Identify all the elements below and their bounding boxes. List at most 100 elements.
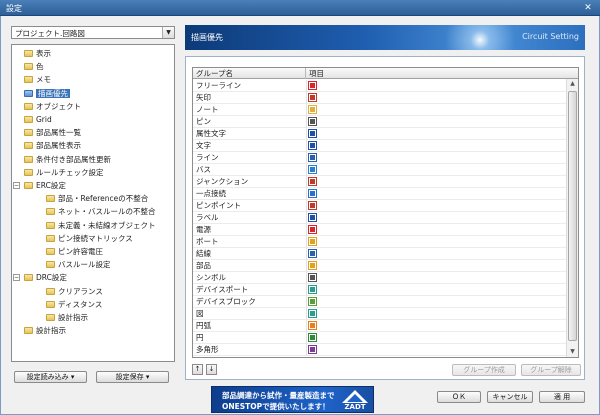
row-group-name: 多角形 (196, 345, 219, 354)
tree-item[interactable]: ピン接続マトリックス (46, 233, 133, 244)
row-group-name: ピン (196, 117, 211, 126)
table-row[interactable]: バス (193, 164, 568, 176)
tree-item[interactable]: オブジェクト (24, 101, 81, 112)
table-row[interactable]: ピンポイント (193, 200, 568, 212)
tree-item[interactable]: − DRC設定 (13, 272, 67, 283)
tree-item-label: 部品属性表示 (36, 141, 81, 151)
settings-tree[interactable]: 表示色メモ描画優先オブジェクト Grid 部品属性一覧部品属性表示条件付き部品属性更… (11, 44, 175, 362)
line-icon (308, 153, 317, 162)
table-header: グループ名 項目 (193, 68, 578, 79)
table-row[interactable]: 一点接続 (193, 188, 568, 200)
folder-icon (24, 50, 33, 57)
figure-icon (308, 309, 317, 318)
window-titlebar: 設定 ✕ (0, 0, 600, 16)
scrollbar-thumb[interactable] (568, 91, 577, 341)
tree-item-label: オブジェクト (36, 101, 81, 111)
tree-item[interactable]: 描画優先 (24, 88, 70, 99)
tree-item-label: メモ (36, 75, 51, 85)
tree-item-label: クリアランス (58, 286, 103, 296)
tree-item[interactable]: 部品属性表示 (24, 140, 81, 151)
column-header-item[interactable]: 項目 (306, 68, 568, 79)
ok-button[interactable]: ＯＫ (437, 391, 481, 403)
table-row[interactable]: ポート (193, 236, 568, 248)
table-row[interactable]: デバイスポート (193, 284, 568, 296)
ad-banner[interactable]: 部品調達から試作・量産製造まで ONESTOPで提供いたします！ ZADT (211, 386, 374, 413)
apply-button[interactable]: 適 用 (539, 391, 585, 403)
tree-item-label: ネット・バスルールの不整合 (58, 207, 156, 217)
folder-icon (24, 327, 33, 335)
folder-icon (46, 287, 55, 295)
table-row[interactable]: 結線 (193, 248, 568, 260)
table-row[interactable]: 文字 (193, 140, 568, 152)
row-group-name: ジャンクション (196, 177, 249, 186)
save-settings-button[interactable]: 設定保存 ▾ (96, 371, 169, 383)
table-row[interactable]: 矢印 (193, 92, 568, 104)
column-header-group[interactable]: グループ名 (193, 68, 306, 79)
cancel-button[interactable]: キャンセル (487, 391, 533, 403)
collapse-icon[interactable]: − (13, 274, 20, 282)
table-row[interactable]: 属性文字 (193, 128, 568, 140)
tree-item[interactable]: 部品属性一覧 (24, 127, 81, 138)
row-group-name: ライン (196, 153, 219, 162)
folder-icon (24, 168, 33, 176)
scroll-down-icon[interactable]: ▼ (567, 347, 578, 357)
collapse-icon[interactable]: − (13, 182, 20, 189)
table-scrollbar[interactable]: ▲ ▼ (566, 79, 578, 357)
table-row[interactable]: 図 (193, 308, 568, 320)
wire-icon (308, 249, 317, 258)
tree-item[interactable]: ネット・バスルールの不整合 (46, 206, 156, 217)
priority-table[interactable]: グループ名 項目 フリーライン 矢印 ノート ピン属性文字 文字 ラインバス ジャンクション… (192, 67, 579, 358)
tree-item[interactable]: 条件付き部品属性更新 (24, 154, 111, 165)
tree-item[interactable]: 設計指示 (24, 325, 66, 336)
tree-item[interactable]: クリアランス (46, 286, 103, 297)
project-combo[interactable]: プロジェクト.回路図 ▼ (11, 26, 175, 39)
chevron-down-icon[interactable]: ▼ (162, 27, 174, 38)
section-header: 描画優先 Circuit Setting (185, 25, 585, 50)
note-icon (308, 105, 317, 114)
column-divider (306, 104, 307, 116)
tree-item[interactable]: ルールチェック設定 (24, 167, 104, 178)
tree-item[interactable]: − ERC設定 (13, 180, 66, 191)
folder-icon (46, 248, 55, 255)
tree-item[interactable]: 部品・Referenceの不整合 (46, 193, 148, 204)
table-row[interactable]: 多角形 (193, 344, 568, 356)
column-divider (306, 296, 307, 308)
table-row[interactable]: 部品 (193, 260, 568, 272)
table-row[interactable]: シンボル (193, 272, 568, 284)
scroll-up-icon[interactable]: ▲ (567, 79, 578, 89)
close-icon[interactable]: ✕ (580, 2, 596, 14)
table-row[interactable]: 円 (193, 332, 568, 344)
table-row[interactable]: フリーライン (193, 80, 568, 92)
tree-item[interactable]: 表示 (24, 48, 51, 59)
tree-item[interactable]: メモ (24, 74, 51, 85)
tree-item[interactable]: Grid (24, 114, 52, 125)
move-up-button[interactable]: ↑ (192, 364, 203, 375)
tree-item[interactable]: 設計指示 (46, 312, 88, 323)
tree-item-label: Grid (36, 115, 52, 124)
folder-icon (24, 155, 33, 163)
tree-item[interactable]: ピン許容電圧 (46, 246, 103, 257)
table-row[interactable]: ジャンクション (193, 176, 568, 188)
table-row[interactable]: ラベル (193, 212, 568, 224)
table-row[interactable]: デバイスブロック (193, 296, 568, 308)
table-row[interactable]: ライン (193, 152, 568, 164)
pin-icon (308, 117, 317, 126)
load-settings-button[interactable]: 設定読み込み ▾ (14, 371, 87, 383)
column-divider (306, 200, 307, 212)
move-down-button[interactable]: ↓ (206, 364, 217, 375)
tree-item[interactable]: 未定義・未結線オブジェクト (46, 220, 156, 231)
tree-item-label: 部品・Referenceの不整合 (58, 194, 149, 204)
row-group-name: ラベル (196, 213, 219, 222)
tree-item[interactable]: バスルール設定 (46, 259, 111, 270)
table-row[interactable]: ピン (193, 116, 568, 128)
column-divider (306, 236, 307, 248)
group-release-button[interactable]: グループ解除 (521, 364, 581, 376)
table-row[interactable]: 円弧 (193, 320, 568, 332)
tree-item[interactable]: 色 (24, 61, 44, 72)
table-row[interactable]: ノート (193, 104, 568, 116)
table-row[interactable]: 電源 (193, 224, 568, 236)
group-create-button[interactable]: グループ作成 (452, 364, 516, 376)
symbol-icon (308, 273, 317, 282)
tree-item[interactable]: ディスタンス (46, 299, 102, 310)
folder-icon (24, 102, 33, 110)
